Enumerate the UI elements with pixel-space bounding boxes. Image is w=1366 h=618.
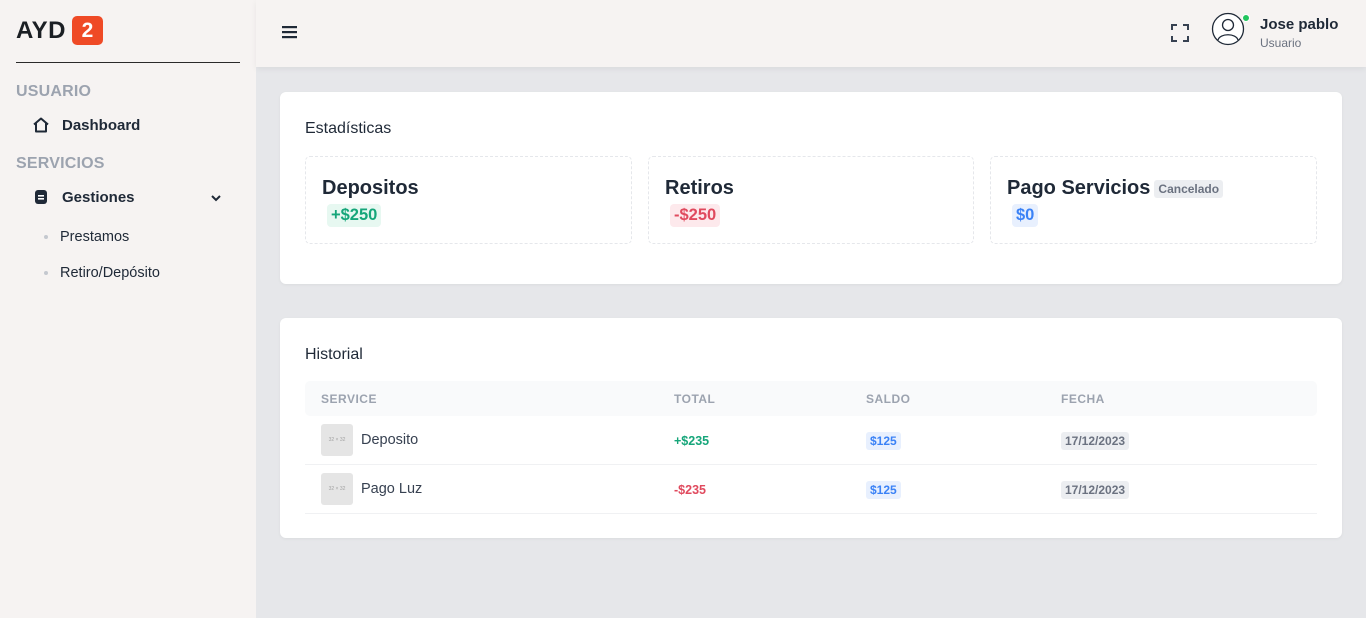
stat-label: Depositos: [322, 177, 419, 199]
service-thumbnail: 32 × 32: [321, 473, 353, 505]
stats-title: Estadísticas: [305, 120, 392, 137]
fecha-badge: 17/12/2023: [1061, 481, 1130, 499]
service-thumbnail: 32 × 32: [321, 424, 353, 456]
column-header-total[interactable]: TOTAL: [674, 392, 715, 406]
column-header-service[interactable]: SERVICE: [321, 392, 377, 406]
stat-pago-servicios: Pago Servicios Cancelado $0: [990, 156, 1317, 244]
hamburger-icon[interactable]: [282, 24, 298, 40]
logo-badge: 2: [71, 16, 103, 45]
sidebar-item-dashboard[interactable]: Dashboard: [32, 116, 140, 134]
sidebar-subitem-label: Prestamos: [60, 229, 130, 245]
online-status-dot: [1242, 14, 1250, 22]
user-name[interactable]: Jose pablo: [1260, 16, 1338, 33]
saldo-badge: $125: [866, 432, 901, 450]
stats-card: Estadísticas Depositos +$250 Retiros -$2…: [280, 92, 1342, 284]
stat-label: Retiros: [665, 177, 734, 199]
chevron-down-icon[interactable]: [208, 190, 224, 206]
stat-amount: -$250: [670, 204, 721, 227]
table-row[interactable]: 32 × 32 Deposito +$235 $125 17/12/2023: [305, 416, 1317, 465]
bullet-icon: [44, 235, 48, 239]
logo-divider: [16, 62, 240, 63]
stat-amount: $0: [1012, 204, 1039, 227]
home-icon: [32, 116, 50, 134]
sidebar-subitem-prestamos[interactable]: Prestamos: [44, 229, 129, 245]
status-badge: Cancelado: [1154, 179, 1224, 198]
history-title: Historial: [305, 346, 363, 363]
top-header: Jose pablo Usuario: [256, 0, 1366, 67]
bullet-icon: [44, 271, 48, 275]
fullscreen-icon[interactable]: [1170, 23, 1190, 43]
stat-amount: +$250: [327, 204, 382, 227]
table-row[interactable]: 32 × 32 Pago Luz -$235 $125 17/12/2023: [305, 465, 1317, 514]
logo-text: AYD: [16, 16, 66, 44]
fecha-badge: 17/12/2023: [1061, 432, 1130, 450]
total-value: +$235: [674, 434, 710, 448]
stat-retiros: Retiros -$250: [648, 156, 974, 244]
sidebar-subitem-retiro-deposito[interactable]: Retiro/Depósito: [44, 265, 160, 281]
total-value: -$235: [674, 483, 706, 497]
logo[interactable]: AYD 2: [16, 16, 103, 45]
sidebar-item-label: Gestiones: [62, 188, 135, 206]
history-card: Historial SERVICE TOTAL SALDO FECHA 32 ×…: [280, 318, 1342, 538]
section-label-servicios: SERVICIOS: [16, 155, 105, 172]
sidebar-item-gestiones[interactable]: Gestiones: [32, 188, 135, 206]
sidebar-subitem-label: Retiro/Depósito: [60, 265, 160, 281]
user-role: Usuario: [1260, 36, 1302, 50]
column-header-fecha[interactable]: FECHA: [1061, 392, 1105, 406]
column-header-saldo[interactable]: SALDO: [866, 392, 911, 406]
section-label-usuario: USUARIO: [16, 83, 92, 100]
stat-depositos: Depositos +$250: [305, 156, 632, 244]
sidebar-item-label: Dashboard: [62, 116, 141, 134]
service-name: Pago Luz: [361, 481, 423, 497]
folder-icon: [32, 188, 50, 206]
sidebar: AYD 2 USUARIO Dashboard SERVICIOS Gestio…: [0, 0, 256, 618]
stat-label: Pago Servicios Cancelado: [1007, 177, 1224, 200]
saldo-badge: $125: [866, 481, 901, 499]
table-header: SERVICE TOTAL SALDO FECHA: [305, 381, 1317, 416]
service-name: Deposito: [361, 432, 419, 448]
user-avatar-icon[interactable]: [1211, 12, 1245, 46]
